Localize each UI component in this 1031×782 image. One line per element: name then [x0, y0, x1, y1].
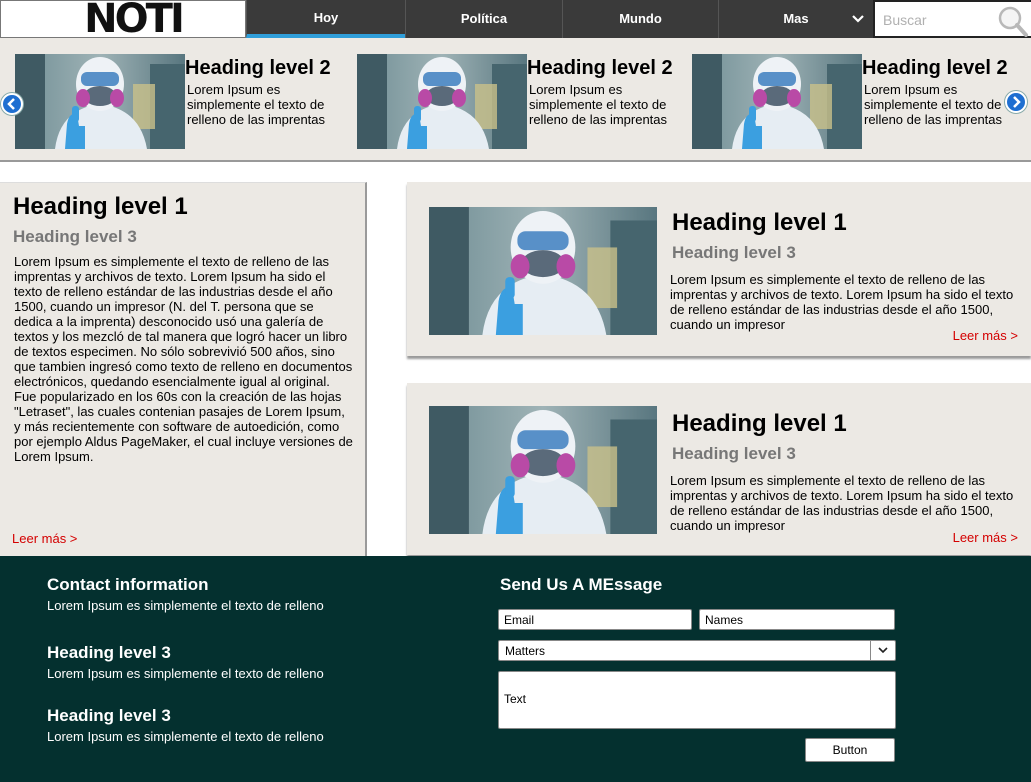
matters-select[interactable]: Matters: [498, 640, 896, 661]
nav-item-mundo[interactable]: Mundo: [562, 0, 718, 38]
footer-heading: Heading level 3: [47, 643, 171, 662]
carousel-card-text: Lorem Ipsum es simplemente el texto de r…: [864, 82, 1003, 127]
message-form-title: Send Us A MEssage: [500, 575, 663, 594]
nav-item-hoy[interactable]: Hoy: [246, 0, 405, 38]
message-textarea[interactable]: [498, 671, 896, 729]
chevron-right-icon: [1013, 96, 1021, 108]
read-more-link[interactable]: Leer más >: [953, 530, 1018, 545]
carousel-card[interactable]: Heading level 2 Lorem Ipsum es simplemen…: [357, 54, 687, 149]
nav-item-politica[interactable]: Política: [405, 0, 562, 38]
scientist-photo: [692, 54, 862, 149]
dropdown-toggle[interactable]: [870, 641, 895, 660]
carousel-prev-button[interactable]: [1, 93, 23, 115]
chevron-left-icon: [7, 98, 15, 110]
carousel-card[interactable]: Heading level 2 Lorem Ipsum es simplemen…: [692, 54, 1022, 149]
news-carousel: Heading level 2 Lorem Ipsum es simplemen…: [0, 38, 1031, 162]
matters-select-value: Matters: [505, 644, 546, 658]
article-heading: Heading level 1: [672, 209, 847, 236]
scientist-photo: [15, 54, 185, 149]
carousel-card-heading: Heading level 2: [527, 57, 673, 79]
search-box: [873, 0, 1031, 38]
carousel-card[interactable]: Heading level 2 Lorem Ipsum es simplemen…: [15, 54, 345, 149]
logo[interactable]: NOTI: [0, 0, 266, 39]
featured-article: Heading level 1 Heading level 3 Lorem Ip…: [0, 182, 367, 556]
article-text: Lorem Ipsum es simplemente el texto de r…: [670, 473, 1014, 533]
featured-text: Lorem Ipsum es simplemente el texto de r…: [14, 254, 353, 464]
chevron-down-icon: [878, 647, 888, 654]
footer-text: Lorem Ipsum es simplemente el texto de r…: [47, 729, 324, 744]
contact-heading: Contact information: [47, 575, 209, 594]
footer-text: Lorem Ipsum es simplemente el texto de r…: [47, 666, 324, 681]
article-subheading: Heading level 3: [672, 243, 796, 262]
email-field[interactable]: [498, 609, 692, 630]
carousel-card-text: Lorem Ipsum es simplemente el texto de r…: [529, 82, 668, 127]
article-subheading: Heading level 3: [672, 444, 796, 463]
carousel-card-heading: Heading level 2: [185, 57, 331, 79]
scientist-photo: [357, 54, 527, 149]
search-input[interactable]: [883, 10, 993, 30]
names-field[interactable]: [699, 609, 895, 630]
featured-subheading: Heading level 3: [13, 227, 137, 246]
featured-heading: Heading level 1: [13, 193, 188, 220]
carousel-card-heading: Heading level 2: [862, 57, 1008, 79]
footer: Contact information Lorem Ipsum es simpl…: [0, 556, 1031, 782]
article-card: Heading level 1 Heading level 3 Lorem Ip…: [407, 383, 1031, 555]
read-more-link[interactable]: Leer más >: [12, 531, 77, 546]
chevron-down-icon: [852, 15, 864, 23]
article-heading: Heading level 1: [672, 410, 847, 437]
article-card: Heading level 1 Heading level 3 Lorem Ip…: [407, 182, 1031, 356]
read-more-link[interactable]: Leer más >: [953, 328, 1018, 343]
nav-item-mas-label: Mas: [783, 11, 809, 26]
scientist-photo: [429, 207, 657, 335]
scientist-photo: [429, 406, 657, 534]
article-text: Lorem Ipsum es simplemente el texto de r…: [670, 272, 1014, 332]
footer-heading: Heading level 3: [47, 706, 171, 725]
carousel-next-button[interactable]: [1005, 91, 1027, 113]
nav-item-mas[interactable]: Mas: [718, 0, 873, 38]
submit-button[interactable]: Button: [805, 738, 895, 762]
carousel-card-text: Lorem Ipsum es simplemente el texto de r…: [187, 82, 326, 127]
contact-text: Lorem Ipsum es simplemente el texto de r…: [47, 598, 324, 613]
search-icon[interactable]: [995, 4, 1029, 38]
